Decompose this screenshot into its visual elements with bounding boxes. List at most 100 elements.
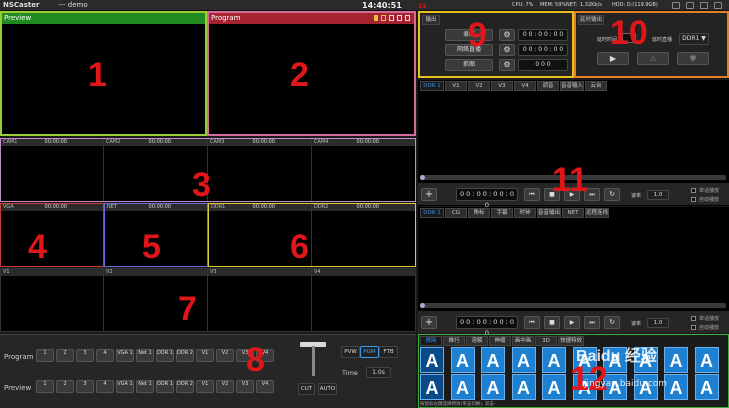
- program-bus-button[interactable]: V2: [216, 349, 234, 362]
- ddr1-tab-0[interactable]: DDR 1: [420, 81, 444, 91]
- ftb-mode-button[interactable]: FTB: [379, 346, 398, 358]
- audio-icon[interactable]: [381, 15, 386, 21]
- preview-bus-button[interactable]: 2: [56, 380, 74, 393]
- preview-bus-button[interactable]: VGA 1: [116, 380, 134, 393]
- vga-monitor[interactable]: VGA 00:00:00: [0, 203, 104, 267]
- program-bus-button[interactable]: 3: [76, 349, 94, 362]
- auto-button[interactable]: AUTO: [318, 383, 337, 395]
- transition-effect-tile[interactable]: A: [664, 347, 688, 373]
- delay-source-select[interactable]: DDR1 ▼: [679, 33, 709, 45]
- transition-effect-tile[interactable]: A: [664, 374, 688, 400]
- ddr2-monitor[interactable]: DDR2 00:00:00: [312, 204, 415, 266]
- ddr2-tab-5[interactable]: 音音输出: [537, 208, 561, 218]
- stream-icon[interactable]: [397, 15, 402, 21]
- transition-effect-tile[interactable]: A: [481, 374, 505, 400]
- preview-bus-button[interactable]: V3: [236, 380, 254, 393]
- ddr2-prev-button[interactable]: ⏮: [524, 316, 540, 329]
- effects-tab-4[interactable]: 画中画: [512, 336, 534, 346]
- ddr1-speed-input[interactable]: 1.0: [647, 190, 669, 200]
- transition-effect-tile[interactable]: A: [542, 374, 566, 400]
- transition-effect-tile[interactable]: A: [450, 374, 475, 400]
- ddr2-tab-4[interactable]: 时钟: [514, 208, 536, 218]
- preview-bus-button[interactable]: V4: [256, 380, 274, 393]
- ddr2-speed-input[interactable]: 1.0: [647, 318, 669, 328]
- close-icon[interactable]: [714, 2, 722, 9]
- preview-bus-button[interactable]: V1: [196, 380, 214, 393]
- effects-tab-3[interactable]: 伸缩: [489, 336, 511, 346]
- effects-tab-0[interactable]: 擦除: [420, 336, 442, 346]
- ddr1-add-button[interactable]: +: [421, 188, 437, 201]
- ddr2-add-button[interactable]: +: [421, 316, 437, 329]
- ddr1-single-play-checkbox[interactable]: [691, 188, 696, 193]
- effects-tab-1[interactable]: 推行: [443, 336, 465, 346]
- delay-play-button[interactable]: ▶: [597, 52, 629, 65]
- transition-effect-tile[interactable]: A: [481, 347, 505, 373]
- ddr2-tab-6[interactable]: NET: [562, 208, 584, 218]
- output-snapshot-button[interactable]: 抓图: [445, 59, 493, 71]
- settings-icon[interactable]: [672, 2, 680, 9]
- program-bus-button[interactable]: 4: [96, 349, 114, 362]
- v3-monitor[interactable]: V3: [208, 269, 312, 331]
- delay-shield-button[interactable]: ⛊: [677, 52, 709, 65]
- transition-effect-tile[interactable]: A: [420, 347, 444, 373]
- delay-output-tab[interactable]: 延时输出: [578, 15, 604, 25]
- transition-effect-tile[interactable]: A: [511, 374, 536, 400]
- program-monitor[interactable]: Program: [207, 11, 416, 136]
- v1-monitor[interactable]: V1: [1, 269, 104, 331]
- ddr1-loop-button[interactable]: ↻: [604, 188, 620, 201]
- program-bus-button[interactable]: 1: [36, 349, 54, 362]
- ddr1-tab-3[interactable]: V3: [491, 81, 513, 91]
- program-bus-button[interactable]: Net 1: [136, 349, 154, 362]
- ddr1-prev-button[interactable]: ⏮: [524, 188, 540, 201]
- ddr2-tab-7[interactable]: 远程连线: [585, 208, 609, 218]
- effects-tab-2[interactable]: 溶解: [466, 336, 488, 346]
- ddr1-tab-1[interactable]: V1: [445, 81, 467, 91]
- ddr2-tab-0[interactable]: DDR 2: [420, 208, 444, 218]
- ddr1-tab-7[interactable]: 云台: [585, 81, 607, 91]
- transition-effect-tile[interactable]: A: [450, 347, 475, 373]
- pause-icon[interactable]: [374, 15, 378, 21]
- ddr2-play-button[interactable]: ▶: [564, 316, 580, 329]
- ddr2-next-button[interactable]: ⏭: [584, 316, 600, 329]
- effects-tab-5[interactable]: 3D: [535, 336, 557, 346]
- program-bus-button[interactable]: DDR 2: [176, 349, 194, 362]
- record-icon[interactable]: [389, 15, 394, 21]
- gear-icon[interactable]: ⚙: [499, 59, 515, 71]
- transition-effect-tile[interactable]: A: [694, 374, 719, 400]
- ddr2-scrubber[interactable]: [420, 303, 726, 308]
- ddr1-tab-5[interactable]: 调音: [537, 81, 559, 91]
- transition-effect-tile[interactable]: A: [511, 347, 536, 373]
- ddr2-tab-1[interactable]: CG: [445, 208, 467, 218]
- delay-warning-button[interactable]: ⚠: [637, 52, 669, 65]
- gear-icon[interactable]: ⚙: [499, 44, 515, 56]
- program-bus-button[interactable]: V1: [196, 349, 214, 362]
- ddr2-loop-button[interactable]: ↻: [604, 316, 620, 329]
- preview-bus-button[interactable]: 3: [76, 380, 94, 393]
- v4-monitor[interactable]: V4: [312, 269, 415, 331]
- tbar-track[interactable]: [312, 346, 315, 376]
- transition-time-input[interactable]: 1.0s: [366, 367, 391, 378]
- preview-bus-button[interactable]: DDR 1: [156, 380, 174, 393]
- preview-bus-button[interactable]: V2: [216, 380, 234, 393]
- ddr2-tab-3[interactable]: 字幕: [491, 208, 513, 218]
- ddr1-auto-play-checkbox[interactable]: [691, 197, 696, 202]
- program-bus-button[interactable]: 2: [56, 349, 74, 362]
- ddr2-stop-button[interactable]: ■: [544, 316, 560, 329]
- cut-button[interactable]: CUT: [298, 383, 315, 395]
- preview-bus-button[interactable]: DDR 2: [176, 380, 194, 393]
- pgm-mode-button[interactable]: PGM: [360, 346, 379, 358]
- preview-bus-button[interactable]: 4: [96, 380, 114, 393]
- cam3-monitor[interactable]: CAM3 00:00:00: [208, 139, 312, 201]
- ddr1-tab-6[interactable]: 音音输入: [560, 81, 584, 91]
- minimize-icon[interactable]: [686, 2, 694, 9]
- ddr1-tab-4[interactable]: V4: [514, 81, 536, 91]
- preview-bus-button[interactable]: Net 1: [136, 380, 154, 393]
- cam4-monitor[interactable]: CAM4 00:00:00: [312, 139, 415, 201]
- ddr2-single-play-checkbox[interactable]: [691, 316, 696, 321]
- output-tab[interactable]: 输出: [422, 15, 440, 25]
- pvw-mode-button[interactable]: PVW: [341, 346, 360, 358]
- transition-effect-tile[interactable]: A: [420, 374, 444, 400]
- maximize-icon[interactable]: [700, 2, 708, 9]
- transition-effect-tile[interactable]: A: [542, 347, 566, 373]
- cam1-monitor[interactable]: CAM1 00:00:00: [1, 139, 104, 201]
